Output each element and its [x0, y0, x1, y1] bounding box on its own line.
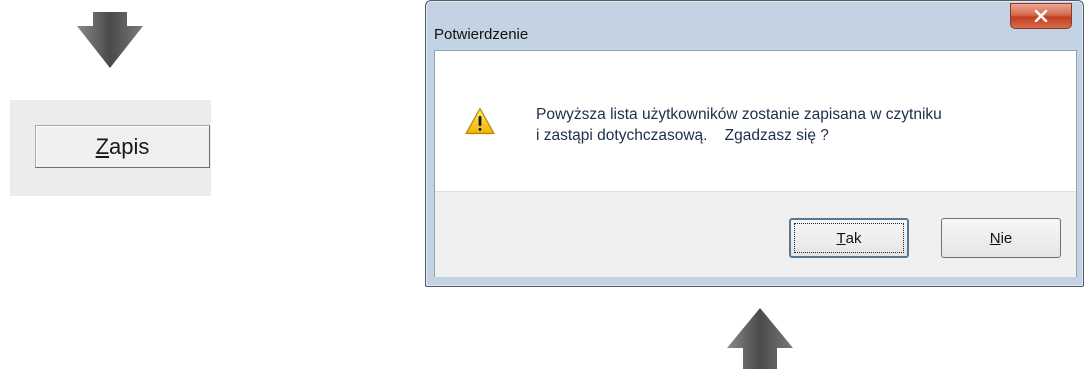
- dialog-title: Potwierdzenie: [434, 26, 529, 43]
- zapis-button[interactable]: Zapis: [35, 125, 210, 168]
- dialog-content: Powyższa lista użytkowników zostanie zap…: [434, 50, 1077, 277]
- confirmation-dialog: Potwierdzenie Powyższa lista użytkownikó…: [425, 0, 1084, 287]
- yes-mnemonic: T: [836, 229, 846, 247]
- zapis-label: apis: [109, 133, 150, 159]
- message-area: Powyższa lista użytkowników zostanie zap…: [435, 51, 1076, 191]
- yes-label: ak: [845, 229, 862, 247]
- dialog-message: Powyższa lista użytkowników zostanie zap…: [536, 104, 942, 146]
- zapis-panel: Zapis: [10, 100, 211, 196]
- no-mnemonic: N: [989, 229, 1001, 247]
- yes-button[interactable]: Tak: [789, 218, 909, 258]
- arrow-down-icon: [77, 12, 143, 68]
- no-label: ie: [1000, 229, 1013, 247]
- arrow-up-icon: [727, 308, 793, 369]
- message-line-2: i zastąpi dotychczasową. Zgadzasz się ?: [536, 127, 829, 144]
- message-line-1: Powyższa lista użytkowników zostanie zap…: [536, 106, 942, 123]
- no-button[interactable]: Nie: [941, 218, 1061, 258]
- zapis-mnemonic: Z: [95, 133, 110, 159]
- warning-icon: [465, 107, 495, 135]
- dialog-button-bar: Tak Nie: [435, 191, 1076, 277]
- close-button[interactable]: [1010, 3, 1072, 29]
- close-icon: [1034, 10, 1048, 22]
